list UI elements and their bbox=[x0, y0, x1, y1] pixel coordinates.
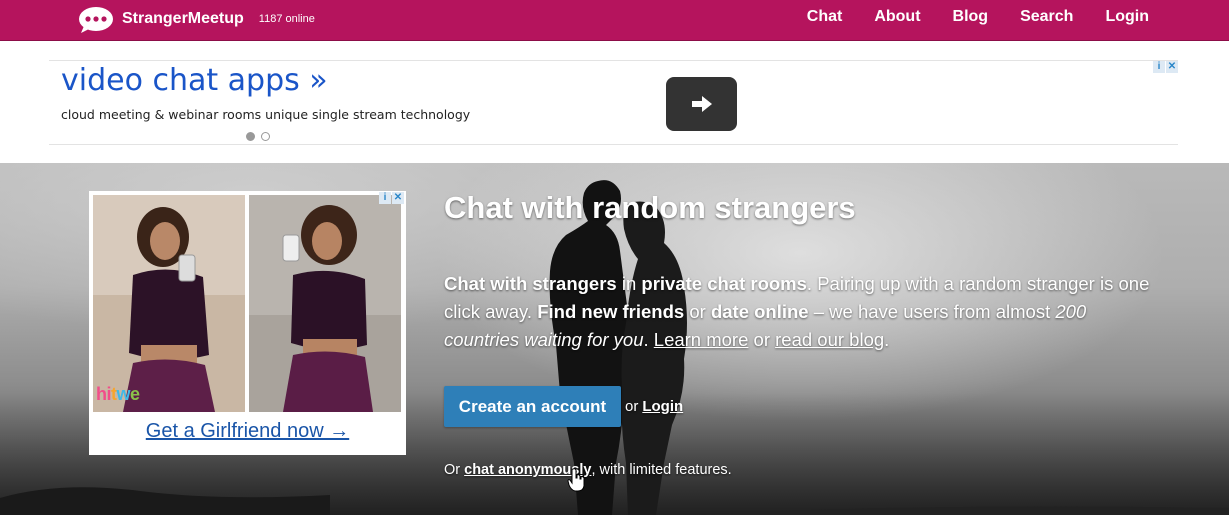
hand-cursor-icon bbox=[567, 468, 585, 492]
adchoices-info-icon[interactable]: i bbox=[1153, 61, 1165, 73]
nav-blog[interactable]: Blog bbox=[953, 8, 989, 26]
ad-carousel-dots bbox=[246, 132, 270, 141]
desc-text: . bbox=[643, 329, 654, 350]
top-banner-ad[interactable]: video chat apps » cloud meeting & webina… bbox=[49, 60, 1178, 145]
learn-more-link[interactable]: Learn more bbox=[654, 329, 749, 350]
desc-text: date online bbox=[710, 301, 809, 322]
ad-next-button[interactable] bbox=[666, 77, 737, 131]
carousel-dot[interactable] bbox=[246, 132, 255, 141]
create-account-button[interactable]: Create an account bbox=[444, 386, 621, 427]
nav-login[interactable]: Login bbox=[1105, 8, 1149, 26]
cta-row: Create an account or Login bbox=[444, 386, 683, 427]
desc-text: in bbox=[616, 273, 642, 294]
desc-text: or bbox=[684, 301, 711, 322]
ad-close-icon[interactable]: ✕ bbox=[392, 192, 404, 204]
anon-text: , with limited features. bbox=[591, 462, 732, 478]
nav-links: Chat About Blog Search Login bbox=[775, 0, 1149, 34]
read-blog-link[interactable]: read our blog bbox=[775, 329, 884, 350]
top-navbar: StrangerMeetup 1187 online Chat About Bl… bbox=[0, 0, 1229, 41]
logo-text: w bbox=[116, 384, 131, 404]
desc-text: Chat with strangers bbox=[444, 273, 617, 294]
adchoices: i ✕ bbox=[379, 192, 404, 204]
hero-description: Chat with strangers in private chat room… bbox=[444, 270, 1164, 354]
online-count: 1187 online bbox=[258, 13, 315, 25]
desc-text: Find new friends bbox=[537, 301, 685, 322]
ad-title[interactable]: video chat apps » bbox=[61, 63, 328, 98]
hitwe-logo: hitwe bbox=[96, 384, 140, 405]
brand[interactable]: StrangerMeetup 1187 online bbox=[78, 4, 315, 34]
anon-text: Or bbox=[444, 462, 465, 478]
desc-text: private chat rooms bbox=[641, 273, 807, 294]
hero-title: Chat with random strangers bbox=[444, 190, 856, 225]
adchoices: i ✕ bbox=[1153, 61, 1178, 73]
or-text: or bbox=[625, 398, 639, 415]
nav-search[interactable]: Search bbox=[1020, 8, 1073, 26]
desc-text: or bbox=[748, 329, 776, 350]
adchoices-info-icon[interactable]: i bbox=[379, 192, 391, 204]
ad-photo[interactable] bbox=[93, 195, 245, 412]
anonymous-chat-row: Or chat anonymously, with limited featur… bbox=[444, 462, 732, 478]
chat-bubble-logo-icon bbox=[78, 6, 114, 33]
ad-photo[interactable] bbox=[249, 195, 401, 412]
desc-text: – we have users from almost bbox=[808, 301, 1056, 322]
logo-text: hi bbox=[96, 384, 112, 404]
side-banner-ad[interactable]: hitwe Get a Girlfriend now → i ✕ bbox=[89, 191, 406, 455]
nav-chat[interactable]: Chat bbox=[807, 8, 843, 26]
ad-cta-link[interactable]: Get a Girlfriend now → bbox=[89, 420, 406, 443]
brand-name: StrangerMeetup bbox=[122, 10, 244, 27]
nav-about[interactable]: About bbox=[874, 8, 920, 26]
ad-description: cloud meeting & webinar rooms unique sin… bbox=[61, 107, 471, 122]
logo-text: e bbox=[130, 384, 140, 404]
ad-close-icon[interactable]: ✕ bbox=[1166, 61, 1178, 73]
desc-text: . bbox=[884, 329, 890, 350]
hero-login-link[interactable]: Login bbox=[642, 398, 683, 415]
carousel-dot[interactable] bbox=[261, 132, 270, 141]
arrow-right-icon bbox=[691, 96, 712, 112]
